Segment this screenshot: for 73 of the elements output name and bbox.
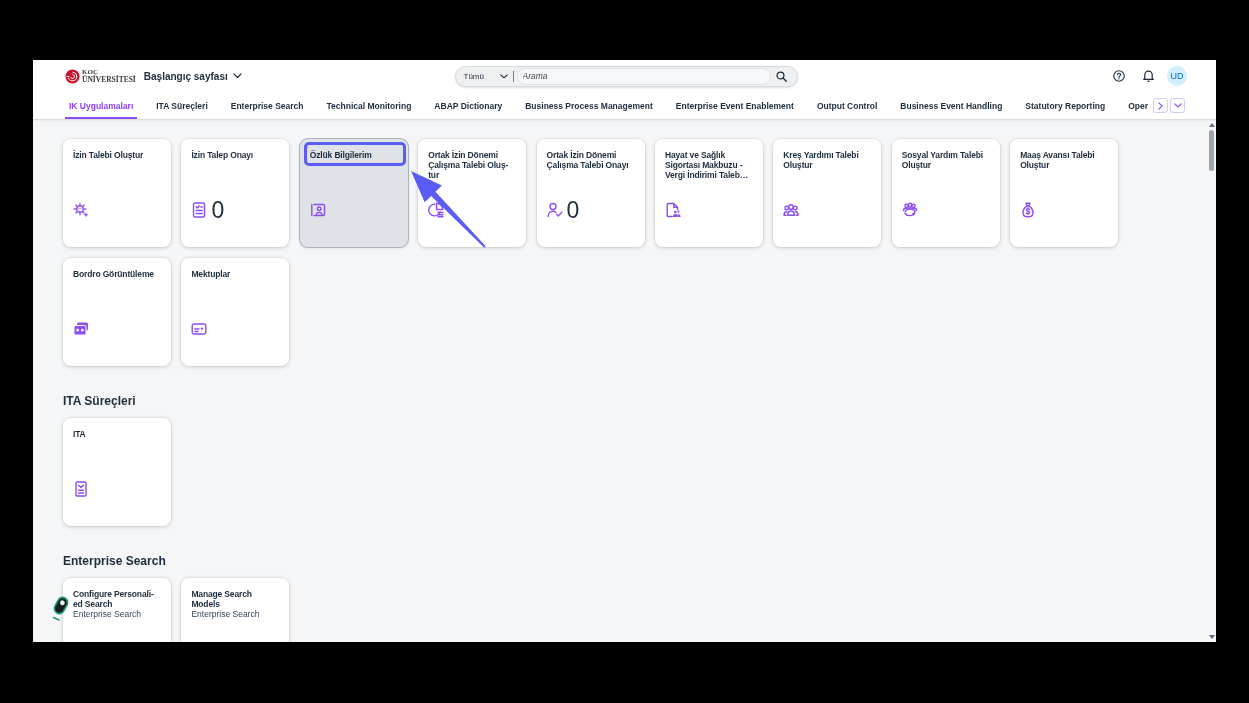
chevron-down-icon bbox=[499, 73, 508, 79]
tile-title: Ortak İzin Dönemi Çalışma Talebi Onayı bbox=[546, 150, 630, 170]
tile-title: Hayat ve Sağlık Sigortası Makbuzu - Vergi İndirimi Taleb… bbox=[664, 150, 750, 180]
tile-title: Özlük Bilgilerim bbox=[309, 150, 373, 160]
spiral-icon bbox=[65, 68, 80, 84]
tab[interactable]: Statutory Reporting bbox=[1021, 92, 1110, 119]
app-tile[interactable]: Ortak İzin Dönemi Çalışma Talebi Onayı 0 bbox=[536, 139, 645, 247]
search-icon bbox=[776, 70, 787, 82]
app-tile[interactable]: Sosyal Yardım Talebi Oluştur bbox=[891, 139, 1000, 247]
person-check-icon bbox=[546, 202, 563, 218]
chevron-right-icon bbox=[1158, 101, 1163, 110]
tab[interactable]: Enterprise Event Enablement bbox=[671, 92, 798, 119]
chevron-down-icon bbox=[232, 73, 242, 79]
money-bag-icon bbox=[1020, 202, 1037, 218]
tag-icon bbox=[51, 595, 71, 622]
clipboard-icon bbox=[191, 202, 208, 218]
tile-title: ITA bbox=[73, 429, 87, 439]
checklist-icon bbox=[73, 481, 89, 497]
app-tile[interactable]: Configure Personali-ed Search Enterprise Search bbox=[63, 578, 171, 642]
app-tile[interactable]: Bordro Görüntüleme bbox=[63, 258, 171, 366]
app-tile[interactable]: Hayat ve Sağlık Sigortası Makbuzu - Vergi İndirimi Taleb… bbox=[654, 139, 763, 247]
tile-subtitle: Enterprise Search bbox=[191, 609, 261, 619]
caret-down-icon bbox=[1208, 635, 1215, 639]
app-tile[interactable]: İzin Talebi Oluştur bbox=[63, 139, 171, 247]
card-icon bbox=[191, 321, 208, 337]
document-people-icon bbox=[664, 202, 681, 218]
app-tile[interactable]: Maaş Avansı Talebi Oluştur bbox=[1010, 139, 1119, 247]
sun-icon bbox=[73, 202, 89, 218]
tile-title: Sosyal Yardım Talebi Oluştur bbox=[901, 150, 984, 170]
tile-title: Bordro Görüntüleme bbox=[73, 269, 155, 279]
app-tile[interactable]: İzin Talep Onayı 0 bbox=[181, 139, 290, 247]
tab[interactable]: Technical Monitoring bbox=[322, 92, 416, 119]
tab[interactable]: ABAP Dictionary bbox=[430, 92, 507, 119]
pie-chart-icon bbox=[428, 202, 445, 218]
section-title: Enterprise Search bbox=[63, 553, 167, 569]
banknotes-icon bbox=[73, 321, 89, 337]
app-tile[interactable]: Kreş Yardımı Talebi Oluştur bbox=[773, 139, 882, 247]
group-icon bbox=[783, 202, 800, 218]
app-tile[interactable]: Ortak İzin Dönemi Çalışma Talebi Oluş-tur bbox=[418, 139, 527, 247]
bell-icon bbox=[1142, 70, 1154, 82]
app-tile[interactable]: Manage Search Models Enterprise Search bbox=[181, 578, 290, 642]
tab[interactable]: Enterprise Search bbox=[226, 92, 308, 119]
tile-title: Mektuplar bbox=[191, 269, 232, 279]
tile-title: İzin Talebi Oluştur bbox=[73, 150, 145, 160]
app-tile[interactable]: Mektuplar bbox=[181, 258, 290, 366]
tile-title: Manage Search Models bbox=[191, 589, 253, 609]
person-card-icon bbox=[309, 202, 326, 218]
tab[interactable]: Business Process Management bbox=[521, 92, 657, 119]
caret-up-icon bbox=[1208, 123, 1215, 127]
chevron-down-icon bbox=[1173, 103, 1182, 108]
user-avatar[interactable]: UD bbox=[1167, 66, 1187, 86]
scope-select[interactable]: Tümü bbox=[463, 71, 508, 81]
overflow-menu-button[interactable] bbox=[1170, 98, 1185, 113]
tab[interactable]: Oper bbox=[1124, 92, 1152, 119]
tile-title: Kreş Yardımı Talebi Oluştur bbox=[783, 150, 860, 170]
tile-count: 0 bbox=[566, 199, 580, 221]
help-icon bbox=[1113, 70, 1125, 82]
app-tile[interactable]: ITA bbox=[63, 418, 171, 526]
tab[interactable]: ITA Süreçleri bbox=[152, 92, 212, 119]
tile-title: Ortak İzin Dönemi Çalışma Talebi Oluş-tur bbox=[428, 150, 510, 180]
tile-subtitle: Enterprise Search bbox=[73, 609, 143, 619]
tile-count: 0 bbox=[211, 199, 225, 221]
tile-title: Maaş Avansı Talebi Oluştur bbox=[1020, 150, 1096, 170]
tile-title: Configure Personali-ed Search bbox=[73, 589, 155, 609]
section-title: ITA Süreçleri bbox=[63, 393, 137, 409]
tab[interactable]: Business Event Handling bbox=[896, 92, 1007, 119]
scroll-right-button[interactable] bbox=[1153, 98, 1168, 113]
people-cycle-icon bbox=[901, 202, 918, 218]
tile-title: İzin Talep Onayı bbox=[191, 150, 255, 160]
title-menu-button[interactable]: Başlangıç sayfası bbox=[143, 70, 242, 82]
scrollbar-thumb[interactable] bbox=[1209, 130, 1214, 171]
tab[interactable]: Output Control bbox=[812, 92, 882, 119]
search-field[interactable]: Arama bbox=[516, 67, 771, 85]
